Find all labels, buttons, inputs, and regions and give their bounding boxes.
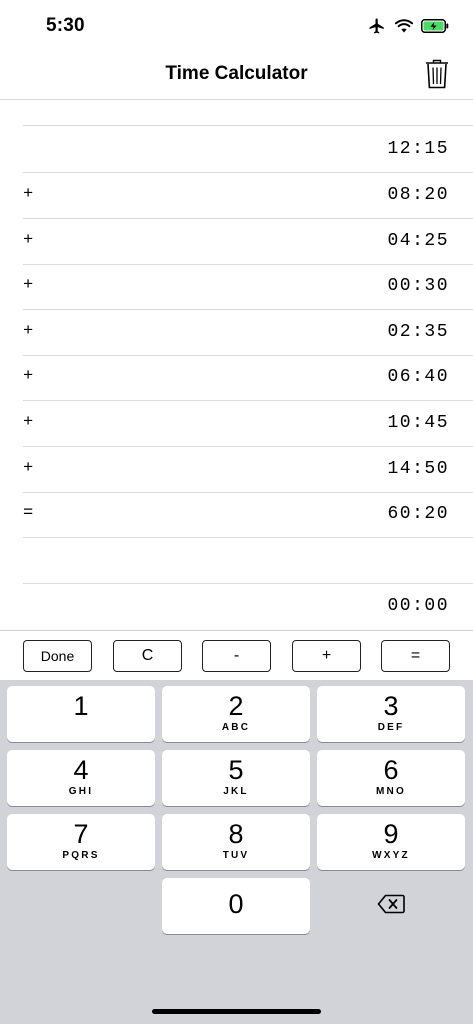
key-6[interactable]: 6 MNO xyxy=(317,750,465,806)
key-digit: 3 xyxy=(383,691,399,721)
status-bar: 5:30 xyxy=(0,0,473,52)
number-keypad: 1 2 ABC 3 DEF 4 GHI 5 JKL 6 MNO 7 PQRS 8… xyxy=(0,680,473,1024)
key-3[interactable]: 3 DEF xyxy=(317,686,465,742)
key-digit: 2 xyxy=(228,691,244,721)
key-letters: TUV xyxy=(222,850,250,861)
row-value: 04:25 xyxy=(387,231,449,251)
equals-button[interactable]: = xyxy=(381,640,450,672)
table-row[interactable]: = 60:20 xyxy=(23,492,473,538)
minus-button[interactable]: - xyxy=(202,640,271,672)
done-button[interactable]: Done xyxy=(23,640,92,672)
row-value: 10:45 xyxy=(387,413,449,433)
backspace-icon xyxy=(377,894,405,919)
row-value: 06:40 xyxy=(387,367,449,387)
key-letters: JKL xyxy=(223,786,249,797)
key-letters: ABC xyxy=(221,722,251,733)
key-2[interactable]: 2 ABC xyxy=(162,686,310,742)
row-operator: + xyxy=(23,185,34,204)
key-9[interactable]: 9 WXYZ xyxy=(317,814,465,870)
key-digit: 5 xyxy=(228,755,244,785)
key-digit: 0 xyxy=(228,889,244,919)
clear-button[interactable]: C xyxy=(113,640,182,672)
row-value: 00:30 xyxy=(387,276,449,296)
key-8[interactable]: 8 TUV xyxy=(162,814,310,870)
key-digit: 4 xyxy=(73,755,89,785)
key-digit: 6 xyxy=(383,755,399,785)
table-row[interactable]: + 04:25 xyxy=(23,219,473,265)
current-input-row[interactable]: 00:00 xyxy=(23,584,473,630)
table-row[interactable]: + 02:35 xyxy=(23,310,473,356)
key-4[interactable]: 4 GHI xyxy=(7,750,155,806)
row-value: 08:20 xyxy=(387,185,449,205)
table-row[interactable]: + 06:40 xyxy=(23,355,473,401)
key-digit: 7 xyxy=(73,819,89,849)
key-7[interactable]: 7 PQRS xyxy=(7,814,155,870)
row-value: 60:20 xyxy=(387,504,449,524)
key-letters: PQRS xyxy=(62,850,100,861)
key-5[interactable]: 5 JKL xyxy=(162,750,310,806)
current-input-value: 00:00 xyxy=(387,596,449,616)
row-operator: + xyxy=(23,322,34,341)
status-icons xyxy=(367,15,449,37)
key-1[interactable]: 1 xyxy=(7,686,155,742)
row-operator: + xyxy=(23,231,34,250)
backspace-button[interactable] xyxy=(317,878,465,934)
key-digit: 9 xyxy=(383,819,399,849)
key-0[interactable]: 0 xyxy=(162,878,310,934)
key-letters: MNO xyxy=(376,786,406,797)
key-letters: WXYZ xyxy=(372,850,410,861)
row-value: 12:15 xyxy=(387,139,449,159)
wifi-icon xyxy=(395,19,413,33)
key-digit: 1 xyxy=(73,691,89,721)
plus-button[interactable]: + xyxy=(292,640,361,672)
airplane-icon xyxy=(367,17,387,35)
calculation-list: 12:15 + 08:20 + 04:25 + 00:30 + 02:35 + … xyxy=(0,100,473,630)
key-digit: 8 xyxy=(228,819,244,849)
key-letters: GHI xyxy=(68,786,94,797)
battery-charging-icon xyxy=(421,19,449,33)
row-value: 14:50 xyxy=(387,459,449,479)
table-row[interactable]: + 08:20 xyxy=(23,173,473,219)
table-row[interactable] xyxy=(23,538,473,584)
row-operator: + xyxy=(23,367,34,386)
home-indicator xyxy=(152,1009,321,1014)
keyboard-toolbar: Done C - + = xyxy=(0,630,473,680)
row-operator: + xyxy=(23,459,34,478)
table-row[interactable]: + 10:45 xyxy=(23,401,473,447)
row-operator: = xyxy=(23,504,34,523)
key-letters: DEF xyxy=(377,722,405,733)
table-row[interactable] xyxy=(23,80,473,126)
status-time: 5:30 xyxy=(46,15,85,36)
row-operator: + xyxy=(23,413,34,432)
table-row[interactable]: 12:15 xyxy=(23,127,473,173)
table-row[interactable]: + 00:30 xyxy=(23,264,473,310)
row-operator: + xyxy=(23,276,34,295)
table-row[interactable]: + 14:50 xyxy=(23,447,473,493)
row-value: 02:35 xyxy=(387,322,449,342)
